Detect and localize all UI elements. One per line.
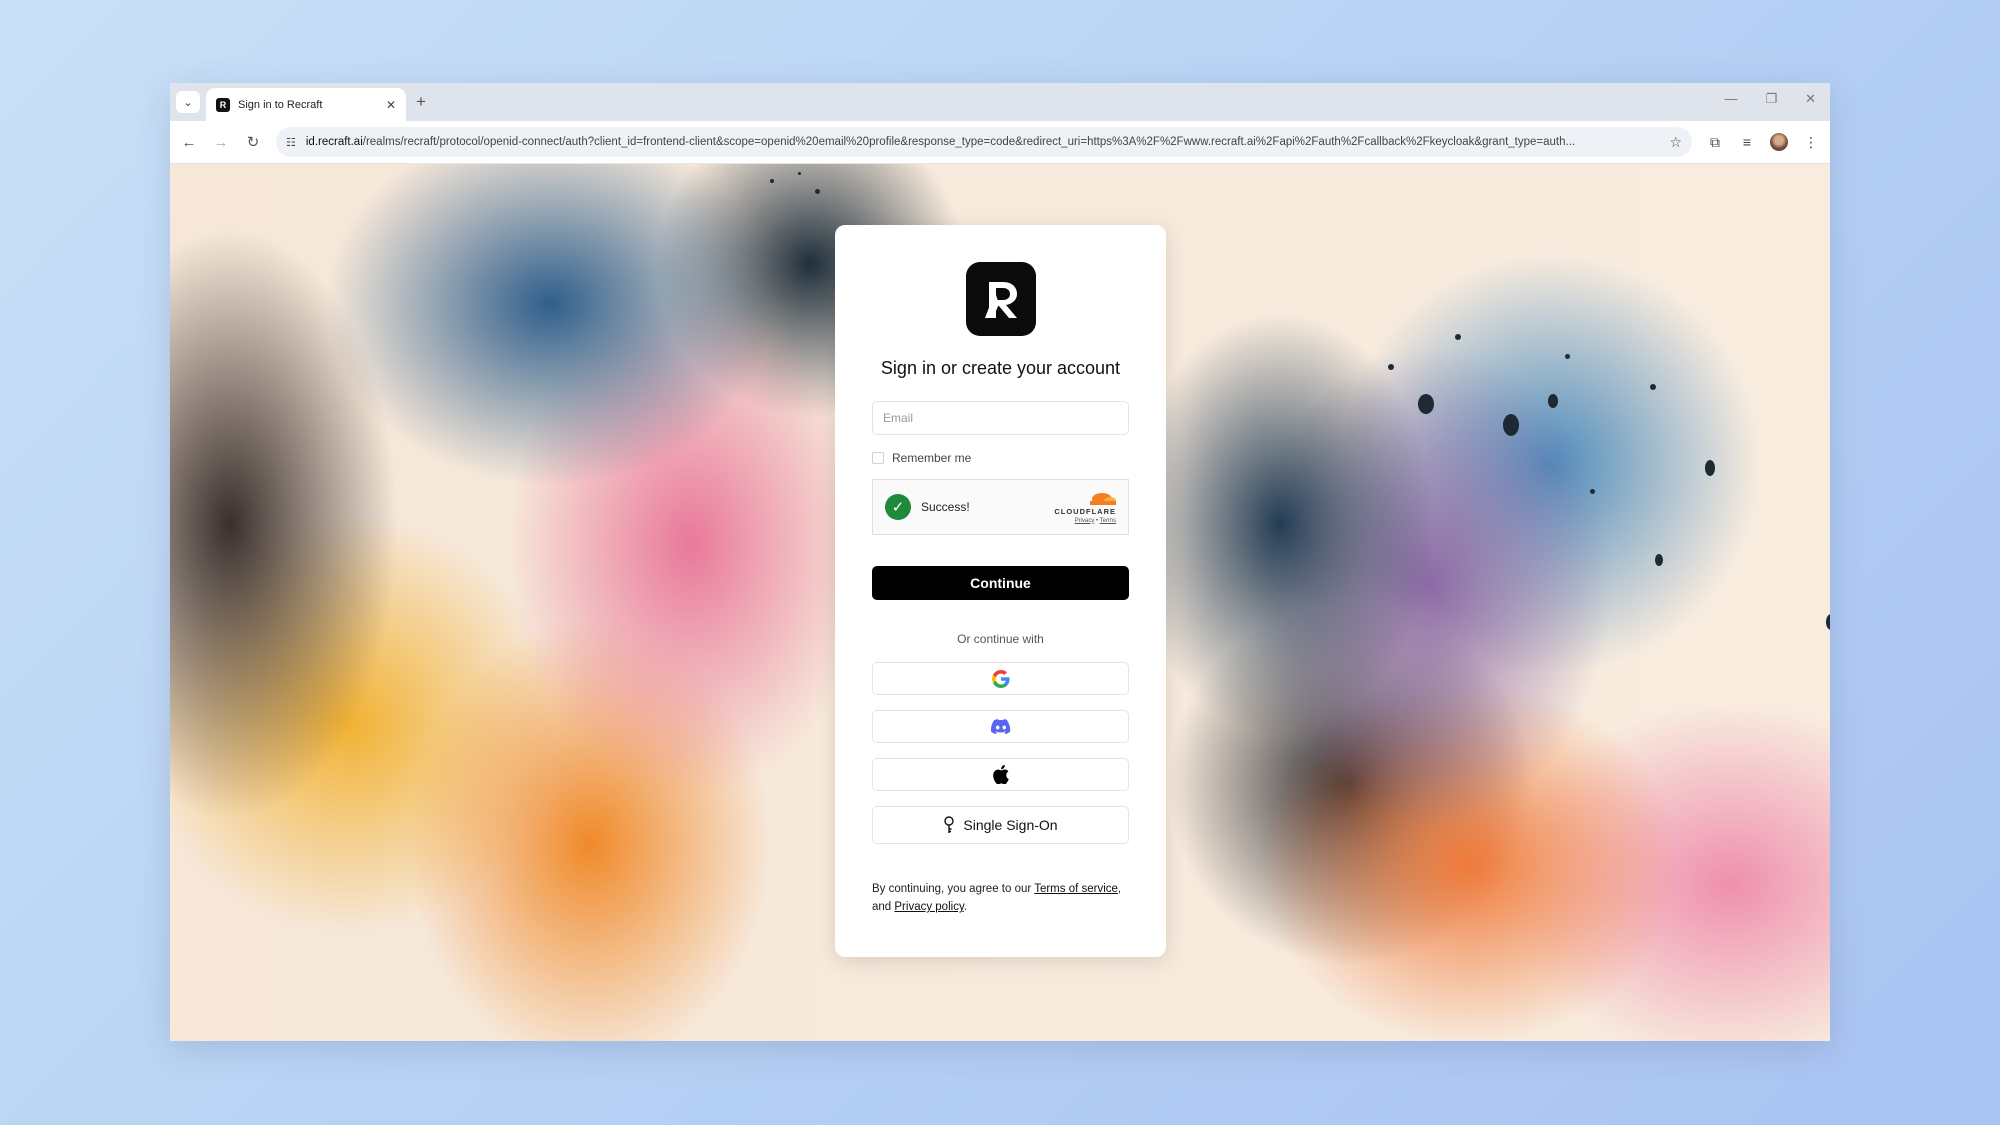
ink-splash [1826, 614, 1830, 630]
privacy-policy-link[interactable]: Privacy policy [894, 901, 963, 913]
key-icon [944, 816, 955, 833]
ink-splash [1655, 554, 1663, 566]
ink-splash [1650, 384, 1656, 390]
recraft-logo-icon [984, 282, 1017, 318]
window-controls: — ❐ ✕ [1724, 91, 1816, 107]
google-sign-in-button[interactable] [872, 662, 1129, 695]
or-continue-with-label: Or continue with [957, 632, 1044, 646]
forward-arrow-icon[interactable]: → [212, 134, 230, 151]
ink-splash [815, 189, 820, 194]
email-field[interactable] [872, 401, 1129, 435]
login-card: Sign in or create your account Remember … [835, 225, 1166, 957]
tab-strip: ⌄ R Sign in to Recraft ✕ + — ❐ ✕ [170, 83, 1830, 121]
back-arrow-icon[interactable]: ← [180, 134, 198, 151]
ink-splash [1590, 489, 1595, 494]
address-bar[interactable]: ☷ id.recraft.ai/realms/recraft/protocol/… [276, 127, 1692, 157]
discord-icon [990, 719, 1010, 734]
more-menu-icon[interactable]: ⋮ [1802, 134, 1820, 151]
sso-label: Single Sign-On [963, 817, 1058, 833]
close-icon[interactable]: ✕ [386, 98, 396, 112]
tab-search-button[interactable]: ⌄ [176, 91, 200, 113]
ink-splash [1705, 460, 1715, 476]
ink-splash [1418, 394, 1434, 414]
remember-me-checkbox[interactable] [872, 452, 884, 464]
ink-splash [1565, 354, 1570, 359]
continue-button[interactable]: Continue [872, 566, 1129, 600]
terms-suffix: . [963, 901, 968, 913]
captcha-status: Success! [921, 500, 970, 514]
bookmark-star-icon[interactable]: ☆ [1669, 134, 1682, 151]
reload-icon[interactable]: ↻ [244, 133, 262, 151]
apple-sign-in-button[interactable] [872, 758, 1129, 791]
cloudflare-label: CLOUDFLARE [1054, 506, 1116, 516]
checkmark-icon: ✓ [885, 494, 911, 520]
ink-splash [1503, 414, 1519, 436]
cloudflare-branding: CLOUDFLARE Privacy • Terms [1054, 491, 1116, 524]
site-info-icon[interactable]: ☷ [286, 136, 296, 149]
extensions-icon[interactable]: ⧉ [1706, 134, 1724, 151]
ink-splash [1388, 364, 1394, 370]
terms-notice: By continuing, you agree to our Terms of… [872, 880, 1129, 916]
page-viewport: Sign in or create your account Remember … [170, 164, 1830, 1041]
ink-splash [798, 172, 801, 175]
browser-window: ⌄ R Sign in to Recraft ✕ + — ❐ ✕ ← → ↻ ☷… [170, 83, 1830, 1041]
chevron-down-icon: ⌄ [183, 96, 193, 109]
cloudflare-turnstile[interactable]: ✓ Success! CLOUDFLARE Privacy • Terms [872, 479, 1129, 535]
google-icon [991, 669, 1010, 688]
new-tab-button[interactable]: + [416, 92, 426, 112]
recraft-logo [965, 262, 1036, 336]
restore-button[interactable]: ❐ [1765, 91, 1777, 107]
tab-title: Sign in to Recraft [238, 98, 323, 111]
cloudflare-links: Privacy • Terms [1075, 518, 1116, 524]
url-text[interactable]: id.recraft.ai/realms/recraft/protocol/op… [306, 136, 1660, 148]
media-controls-icon[interactable]: ≡ [1738, 134, 1756, 150]
page-title: Sign in or create your account [880, 358, 1121, 378]
terms-of-service-link[interactable]: Terms of service [1034, 883, 1118, 895]
remember-me-row[interactable]: Remember me [872, 451, 1129, 465]
apple-icon [992, 765, 1009, 784]
ink-splash [770, 179, 774, 183]
tab-recraft[interactable]: R Sign in to Recraft ✕ [206, 88, 406, 121]
recraft-favicon-icon: R [216, 97, 230, 112]
cloudflare-privacy-link[interactable]: Privacy [1075, 518, 1095, 524]
window-close-button[interactable]: ✕ [1805, 91, 1816, 107]
ink-splash [1455, 334, 1461, 340]
sso-sign-in-button[interactable]: Single Sign-On [872, 806, 1129, 844]
url-path: /realms/recraft/protocol/openid-connect/… [362, 136, 1576, 148]
minimize-button[interactable]: — [1724, 91, 1737, 107]
profile-avatar[interactable] [1770, 133, 1788, 151]
cloudflare-terms-link[interactable]: Terms [1100, 518, 1116, 524]
discord-sign-in-button[interactable] [872, 710, 1129, 743]
browser-toolbar: ← → ↻ ☷ id.recraft.ai/realms/recraft/pro… [170, 121, 1830, 164]
url-domain: id.recraft.ai [305, 136, 363, 148]
ink-splash [1548, 394, 1558, 408]
terms-prefix: By continuing, you agree to our [872, 883, 1035, 895]
cloudflare-cloud-icon [1090, 492, 1116, 505]
remember-me-label[interactable]: Remember me [892, 451, 971, 465]
